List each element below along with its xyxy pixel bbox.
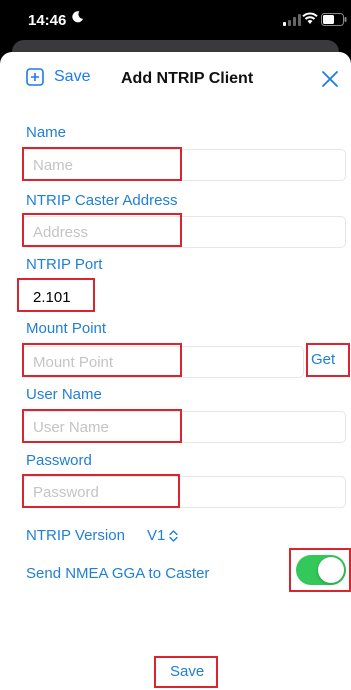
username-input[interactable] (23, 412, 345, 442)
chevron-up-down-icon (169, 529, 179, 542)
close-icon[interactable] (321, 70, 339, 88)
page-title: Add NTRIP Client (121, 70, 254, 87)
caster-address-label: NTRIP Caster Address (26, 192, 178, 209)
name-label: Name (26, 124, 67, 141)
cellular-signal-icon (283, 14, 301, 26)
nav-save-label: Save (54, 68, 91, 85)
add-ntrip-client-sheet: Save Add NTRIP Client Name NTRIP Caster … (0, 52, 351, 690)
username-label: User Name (26, 386, 102, 403)
status-time: 14:46 (28, 12, 67, 29)
send-gga-label: Send NMEA GGA to Caster (26, 565, 210, 582)
name-field[interactable] (22, 149, 346, 181)
name-input[interactable] (23, 150, 345, 180)
send-gga-toggle[interactable] (296, 555, 346, 585)
moon-icon (72, 11, 84, 23)
caster-address-input[interactable] (23, 217, 345, 247)
status-bar: 14:46 (0, 0, 351, 38)
password-input[interactable] (23, 477, 345, 507)
caster-address-field[interactable] (22, 216, 346, 248)
ntrip-port-label: NTRIP Port (26, 256, 103, 273)
ntrip-version-label: NTRIP Version (26, 527, 125, 544)
battery-icon (321, 13, 347, 26)
username-field[interactable] (22, 411, 346, 443)
ntrip-version-value: V1 (147, 527, 166, 544)
get-mount-points-button[interactable]: Get (311, 351, 335, 368)
ntrip-version-picker[interactable]: V1 (147, 527, 179, 544)
toggle-knob (318, 557, 344, 583)
plus-square-icon (26, 68, 44, 86)
password-field[interactable] (22, 476, 346, 508)
mount-point-field[interactable] (22, 346, 304, 378)
ntrip-port-input[interactable] (23, 282, 345, 312)
wifi-icon (302, 12, 318, 24)
mount-point-label: Mount Point (26, 320, 107, 337)
mount-point-input[interactable] (23, 347, 303, 377)
ntrip-port-field[interactable] (22, 281, 346, 313)
save-button[interactable]: Save (170, 663, 204, 680)
nav-save-button[interactable]: Save (26, 68, 90, 86)
password-label: Password (26, 452, 92, 469)
